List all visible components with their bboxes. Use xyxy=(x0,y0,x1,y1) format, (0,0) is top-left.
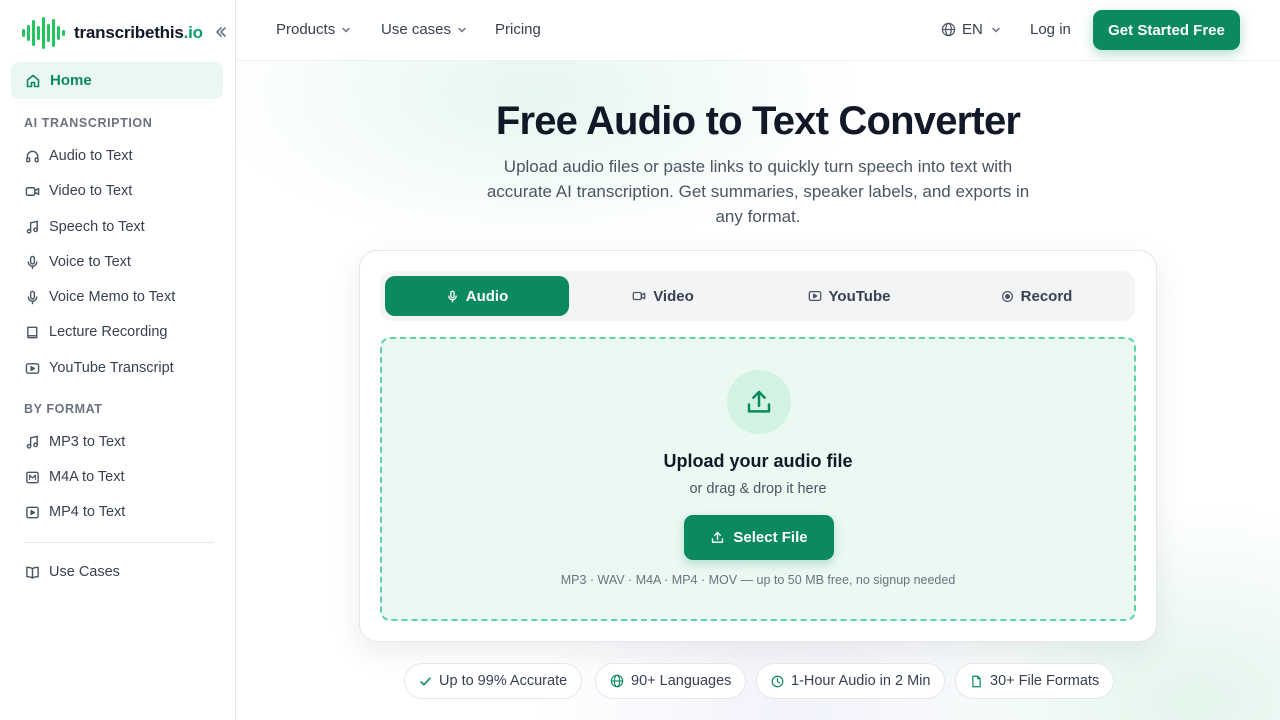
chevron-down-icon xyxy=(991,25,1001,35)
music-note-icon xyxy=(24,220,40,235)
feature-badge-speed: 1-Hour Audio in 2 Min xyxy=(756,663,946,699)
button-label: Select File xyxy=(733,529,808,546)
tab-audio[interactable]: Audio xyxy=(385,276,569,316)
check-icon xyxy=(419,675,432,688)
sidebar-item-label: MP3 to Text xyxy=(49,434,126,450)
m4a-file-icon xyxy=(24,470,40,485)
sidebar-item-voice-to-text[interactable]: Voice to Text xyxy=(24,251,131,273)
sidebar-item-label: Audio to Text xyxy=(49,148,133,164)
badge-label: 30+ File Formats xyxy=(990,673,1100,689)
page-subtitle: Upload audio files or paste links to qui… xyxy=(486,157,1030,226)
microphone-icon xyxy=(24,290,40,305)
dropzone-subtitle: or drag & drop it here xyxy=(689,481,827,497)
home-icon xyxy=(25,73,41,89)
badge-label: Up to 99% Accurate xyxy=(439,673,568,689)
sidebar-item-lecture-recording[interactable]: Lecture Recording xyxy=(24,321,168,343)
sidebar-item-label: Speech to Text xyxy=(49,219,145,235)
music-note-icon xyxy=(24,435,40,450)
file-dropzone[interactable]: Upload your audio file or drag & drop it… xyxy=(380,337,1136,621)
section-label-by-format: BY FORMAT xyxy=(24,402,103,416)
section-label-ai-transcription: AI TRANSCRIPTION xyxy=(24,116,153,130)
sidebar-item-m4a-to-text[interactable]: M4A to Text xyxy=(24,466,125,488)
sidebar-item-label: Voice Memo to Text xyxy=(49,289,176,305)
video-camera-icon xyxy=(24,184,40,199)
top-navigation-bar: Products Use cases Pricing EN Log in Get… xyxy=(236,0,1280,61)
youtube-icon xyxy=(24,361,40,376)
waveform-logo-icon xyxy=(22,17,65,49)
login-link[interactable]: Log in xyxy=(1030,21,1071,38)
nav-label: Use cases xyxy=(381,21,452,38)
sidebar-item-use-cases[interactable]: Use Cases xyxy=(24,561,120,583)
language-label: EN xyxy=(962,21,983,38)
sidebar-item-voice-memo-to-text[interactable]: Voice Memo to Text xyxy=(24,286,175,308)
dropzone-title: Upload your audio file xyxy=(663,451,853,471)
sidebar-item-label: MP4 to Text xyxy=(49,504,126,520)
brand-logo[interactable]: transcribethis.io xyxy=(22,16,203,50)
open-book-icon xyxy=(24,565,40,580)
chevrons-left-icon xyxy=(216,27,226,37)
book-icon xyxy=(24,325,40,340)
uploader-card: Audio Video YouTube Record Upload your a… xyxy=(359,250,1157,642)
tab-youtube[interactable]: YouTube xyxy=(757,276,941,316)
supported-formats-note: MP3 · WAV · M4A · MP4 · MOV — up to 50 M… xyxy=(560,573,956,587)
sidebar-item-label: Home xyxy=(50,72,92,89)
sidebar-item-video-to-text[interactable]: Video to Text xyxy=(24,180,132,202)
sidebar-item-home[interactable]: Home xyxy=(11,62,223,99)
sidebar-item-label: Lecture Recording xyxy=(49,324,168,340)
collapse-sidebar-button[interactable] xyxy=(209,20,233,44)
badge-label: 1-Hour Audio in 2 Min xyxy=(791,673,931,689)
nav-label: Pricing xyxy=(495,21,541,38)
feature-badge-languages: 90+ Languages xyxy=(595,663,747,699)
chevron-down-icon xyxy=(457,25,467,35)
sidebar-item-label: Video to Text xyxy=(49,183,133,199)
sidebar-item-speech-to-text[interactable]: Speech to Text xyxy=(24,216,145,238)
microphone-icon xyxy=(24,255,40,270)
upload-icon xyxy=(710,530,725,545)
tab-label: Audio xyxy=(465,287,509,305)
sidebar-divider xyxy=(24,542,214,543)
headphones-icon xyxy=(24,149,40,164)
play-video-icon xyxy=(24,505,40,520)
record-icon xyxy=(1001,290,1014,303)
nav-label: Products xyxy=(276,21,336,38)
sidebar-item-label: YouTube Transcript xyxy=(49,360,174,376)
tab-video[interactable]: Video xyxy=(571,276,755,316)
upload-icon xyxy=(727,370,791,434)
nav-products-dropdown[interactable]: Products xyxy=(276,21,351,38)
nav-pricing-link[interactable]: Pricing xyxy=(495,21,541,38)
chevron-down-icon xyxy=(341,25,351,35)
sidebar-item-mp3-to-text[interactable]: MP3 to Text xyxy=(24,431,125,453)
tab-record[interactable]: Record xyxy=(943,276,1130,316)
sidebar-item-label: Use Cases xyxy=(49,564,120,580)
page-title: Free Audio to Text Converter xyxy=(495,99,1021,143)
globe-icon xyxy=(610,674,624,688)
select-file-button[interactable]: Select File xyxy=(684,515,834,560)
sidebar: transcribethis.io Home AI TRANSCRIPTION … xyxy=(0,0,236,720)
tab-label: Record xyxy=(1020,287,1073,305)
main-content: Free Audio to Text Converter Upload audi… xyxy=(236,61,1280,720)
sidebar-item-mp4-to-text[interactable]: MP4 to Text xyxy=(24,501,125,523)
source-tabs: Audio Video YouTube Record xyxy=(380,271,1135,321)
clock-icon xyxy=(771,675,784,688)
tab-label: Video xyxy=(653,287,694,305)
badge-label: 90+ Languages xyxy=(631,673,732,689)
globe-icon xyxy=(941,22,956,37)
feature-badge-formats: 30+ File Formats xyxy=(955,663,1115,699)
sidebar-item-audio-to-text[interactable]: Audio to Text xyxy=(24,145,133,167)
get-started-button[interactable]: Get Started Free xyxy=(1093,10,1240,50)
nav-use-cases-dropdown[interactable]: Use cases xyxy=(381,21,467,38)
feature-badge-accuracy: Up to 99% Accurate xyxy=(404,663,583,699)
youtube-icon xyxy=(808,289,822,303)
sidebar-item-youtube-transcript[interactable]: YouTube Transcript xyxy=(24,357,174,379)
sidebar-item-label: M4A to Text xyxy=(49,469,125,485)
microphone-icon xyxy=(446,290,459,303)
video-camera-icon xyxy=(632,289,646,303)
sidebar-item-label: Voice to Text xyxy=(49,254,131,270)
language-selector[interactable]: EN xyxy=(941,21,1001,38)
brand-name: transcribethis.io xyxy=(74,23,203,42)
file-icon xyxy=(970,675,983,688)
tab-label: YouTube xyxy=(828,287,891,305)
